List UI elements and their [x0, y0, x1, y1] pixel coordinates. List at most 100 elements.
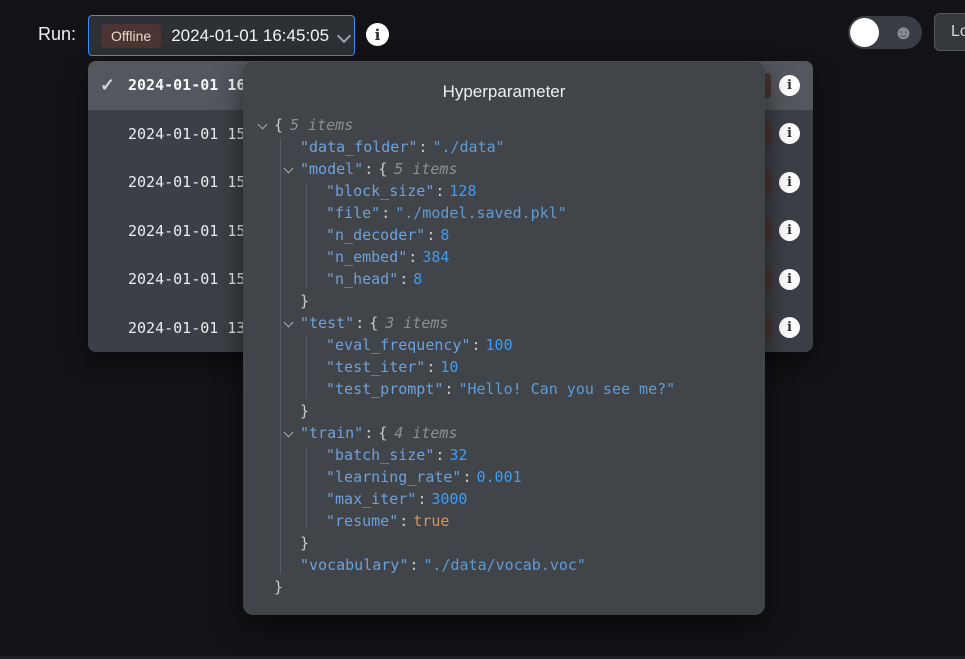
json-token-k: "train": [300, 422, 363, 444]
run-option-label: 2024-01-01 15: [128, 173, 245, 191]
info-icon[interactable]: i: [779, 172, 800, 193]
json-line: }: [243, 290, 765, 312]
json-token-k: "block_size": [326, 180, 434, 202]
json-token-k: "resume": [326, 510, 398, 532]
json-line: "test":{3 items: [243, 312, 765, 334]
indent-guide: [280, 138, 281, 574]
json-token-n: 10: [440, 356, 458, 378]
json-token-n: 32: [449, 444, 467, 466]
json-line: "eval_frequency":100: [243, 334, 765, 356]
collapse-caret-icon[interactable]: [283, 422, 300, 444]
json-token-c: :: [462, 466, 471, 488]
offline-badge: Offline: [101, 24, 161, 48]
json-line: "data_folder":"./data": [243, 136, 765, 158]
json-token-p: {: [369, 312, 378, 334]
json-token-c: :: [364, 422, 373, 444]
indent-guide: [306, 336, 307, 398]
json-token-c: :: [355, 312, 364, 334]
json-tree: {5 items"data_folder":"./data""model":{5…: [243, 114, 765, 598]
json-line: "learning_rate":0.001: [243, 466, 765, 488]
json-token-c: :: [472, 334, 481, 356]
run-info-icon[interactable]: i: [366, 23, 389, 46]
json-token-c: :: [426, 356, 435, 378]
json-token-k: "eval_frequency": [326, 334, 471, 356]
json-token-c: :: [408, 246, 417, 268]
popover-title: Hyperparameter: [243, 62, 765, 102]
json-token-c: :: [399, 510, 408, 532]
log-button[interactable]: Log: [934, 13, 965, 51]
info-icon[interactable]: i: [779, 269, 800, 290]
indent-guide: [306, 446, 307, 530]
json-line: "resume":true: [243, 510, 765, 532]
json-token-p: {: [274, 114, 283, 136]
json-token-n: 384: [422, 246, 449, 268]
run-select-value: 2024-01-01 16:45:05: [171, 26, 329, 46]
json-line: "n_head":8: [243, 268, 765, 290]
info-icon[interactable]: i: [779, 123, 800, 144]
json-line: }: [243, 576, 765, 598]
json-line: "vocabulary":"./data/vocab.voc": [243, 554, 765, 576]
json-line: "model":{5 items: [243, 158, 765, 180]
json-token-k: "batch_size": [326, 444, 434, 466]
json-token-p: }: [300, 290, 309, 312]
json-line: "file":"./model.saved.pkl": [243, 202, 765, 224]
json-line: "block_size":128: [243, 180, 765, 202]
json-line: }: [243, 400, 765, 422]
json-token-n: 8: [413, 268, 422, 290]
json-token-m: 5 items: [394, 158, 457, 180]
run-option-label: 2024-01-01 15: [128, 125, 245, 143]
chevron-down-icon: [339, 31, 349, 41]
toggle-knob[interactable]: [850, 18, 879, 47]
json-token-p: }: [274, 576, 283, 598]
run-option-label: 2024-01-01 13: [128, 319, 245, 337]
collapse-caret-icon[interactable]: [257, 114, 274, 136]
json-token-k: "file": [326, 202, 380, 224]
run-select[interactable]: Offline 2024-01-01 16:45:05: [88, 15, 355, 56]
json-token-c: :: [418, 136, 427, 158]
json-token-m: 5 items: [290, 114, 353, 136]
json-token-p: }: [300, 400, 309, 422]
json-line: "n_decoder":8: [243, 224, 765, 246]
indent-guide: [306, 182, 307, 288]
json-token-p: {: [378, 158, 387, 180]
json-token-s: "Hello! Can you see me?": [458, 378, 675, 400]
info-icon[interactable]: i: [779, 317, 800, 338]
json-line: "max_iter":3000: [243, 488, 765, 510]
json-token-k: "learning_rate": [326, 466, 461, 488]
json-token-n: 0.001: [477, 466, 522, 488]
json-token-k: "data_folder": [300, 136, 417, 158]
json-token-k: "test": [300, 312, 354, 334]
run-option-label: 2024-01-01 15: [128, 222, 245, 240]
json-line: "test_prompt":"Hello! Can you see me?": [243, 378, 765, 400]
json-token-p: {: [378, 422, 387, 444]
json-line: "n_embed":384: [243, 246, 765, 268]
smiley-icon: ☻: [893, 23, 914, 43]
emoji-toggle[interactable]: ☻: [848, 16, 922, 49]
collapse-caret-icon[interactable]: [283, 312, 300, 334]
json-token-k: "vocabulary": [300, 554, 408, 576]
json-token-c: :: [409, 554, 418, 576]
json-token-c: :: [444, 378, 453, 400]
info-icon[interactable]: i: [779, 220, 800, 241]
json-token-c: :: [364, 158, 373, 180]
run-label: Run:: [38, 24, 76, 45]
run-option-label: 2024-01-01 15: [128, 270, 245, 288]
collapse-caret-icon[interactable]: [283, 158, 300, 180]
json-token-c: :: [435, 180, 444, 202]
json-token-s: "./model.saved.pkl": [395, 202, 567, 224]
check-icon: ✓: [100, 75, 128, 96]
json-line: {5 items: [243, 114, 765, 136]
json-line: "batch_size":32: [243, 444, 765, 466]
json-token-p: }: [300, 532, 309, 554]
json-line: }: [243, 532, 765, 554]
json-line: "test_iter":10: [243, 356, 765, 378]
json-token-k: "model": [300, 158, 363, 180]
json-token-c: :: [381, 202, 390, 224]
json-token-n: 8: [440, 224, 449, 246]
json-token-n: 100: [486, 334, 513, 356]
json-token-m: 4 items: [394, 422, 457, 444]
info-icon[interactable]: i: [779, 75, 800, 96]
json-token-b: true: [413, 510, 449, 532]
json-token-m: 3 items: [385, 312, 448, 334]
json-token-c: :: [417, 488, 426, 510]
